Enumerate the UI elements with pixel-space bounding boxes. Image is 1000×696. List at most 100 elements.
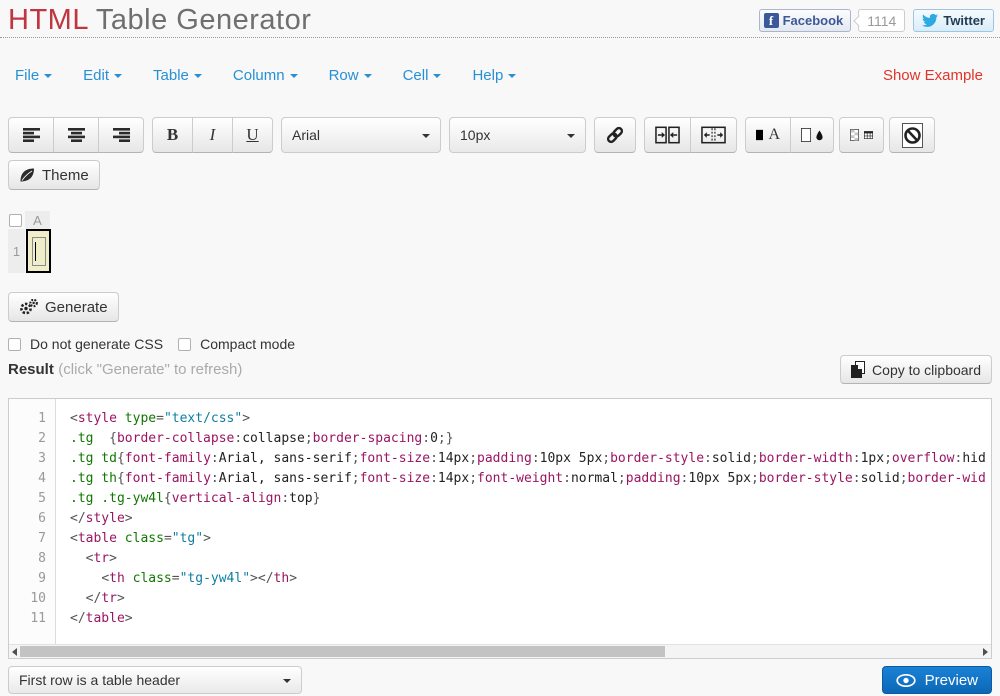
code-lines[interactable]: <style type="text/css"> .tg {border-colla… [56,399,991,644]
align-right-icon [112,128,130,142]
result-label: Result [8,360,54,378]
split-cell-icon [701,126,726,144]
code-line[interactable]: .tg {border-collapse:collapse;border-spa… [70,429,991,449]
row-header-1[interactable]: 1 [8,229,25,273]
code-line[interactable]: .tg .tg-yw4l{vertical-align:top} [70,489,991,509]
page-title-accent: HTML [8,4,88,36]
code-line[interactable]: .tg th{font-family:Arial, sans-serif;fon… [70,469,991,489]
menu-cell[interactable]: Cell [403,67,442,84]
page-header: HTML Table Generator f Facebook 1114 Twi… [0,0,1000,38]
align-right-button[interactable] [98,117,144,153]
code-line[interactable]: <tr> [70,549,991,569]
font-family-select[interactable]: Arial [281,117,441,153]
generate-row: Generate [8,292,992,322]
italic-button[interactable]: I [192,117,233,153]
horizontal-scrollbar[interactable] [9,644,991,658]
no-css-label[interactable]: Do not generate CSS [30,336,163,352]
scrollbar-thumb[interactable] [20,646,665,657]
merge-cells-icon [655,126,680,144]
menu-help[interactable]: Help [472,67,517,84]
chevron-down-icon [283,679,291,683]
table-cell-a1[interactable] [26,229,51,273]
align-center-button[interactable] [53,117,99,153]
share-count-value: 1114 [867,12,897,29]
column-header-a[interactable]: A [25,211,50,229]
share-count-badge: 1114 [858,9,906,32]
menu-edit[interactable]: Edit [83,67,123,84]
code-line[interactable]: .tg td{font-family:Arial, sans-serif;fon… [70,449,991,469]
line-number: 9 [38,571,46,586]
preview-label: Preview [924,671,978,689]
underline-icon: U [246,125,259,144]
transparency-checker-icon [850,129,859,141]
bold-button[interactable]: B [152,117,193,153]
chevron-down-icon [567,134,575,138]
code-editor[interactable]: 1 2 3 4 5 6 7 8 9 10 11 <style type="text/css"> .tg… [9,399,991,644]
align-center-icon [67,128,85,142]
copy-to-clipboard-button[interactable]: Copy to clipboard [840,355,992,384]
show-example-link[interactable]: Show Example [883,67,983,84]
line-number: 2 [38,431,46,446]
theme-button[interactable]: Theme [8,160,100,190]
footer-bar: First row is a table header Preview [8,666,992,694]
code-line[interactable]: </tr> [70,589,991,609]
scroll-right-arrow[interactable] [980,645,991,658]
menu-table[interactable]: Table [153,67,202,84]
menu-column[interactable]: Column [233,67,298,84]
line-number: 6 [38,511,46,526]
insert-link-button[interactable] [594,117,636,153]
gears-icon [20,299,38,315]
bold-icon: B [166,125,179,144]
compact-mode-label[interactable]: Compact mode [200,336,295,352]
generate-button[interactable]: Generate [8,292,119,322]
code-line[interactable]: </table> [70,609,991,629]
table-background-button[interactable] [839,117,884,153]
color-button-group: A [745,117,834,153]
theme-row: Theme [8,160,992,190]
align-left-icon [22,128,40,142]
leaf-icon [20,168,34,182]
generate-label: Generate [45,298,108,316]
page-title-rest: Table Generator [87,4,312,36]
cell-edit-input[interactable] [31,236,46,266]
header-option-select[interactable]: First row is a table header [8,666,302,694]
clear-formatting-button[interactable] [889,117,935,153]
header-option-value: First row is a table header [19,672,181,688]
fill-color-button[interactable] [790,117,834,153]
text-color-button[interactable]: A [745,117,791,153]
chevron-down-icon [422,134,430,138]
clear-formatting-icon [901,122,923,148]
no-css-checkbox[interactable] [8,337,21,351]
facebook-share-button[interactable]: f Facebook [758,9,852,32]
line-number: 5 [38,491,46,506]
menu-file[interactable]: File [15,67,53,84]
split-cell-button[interactable] [690,117,737,153]
line-number: 7 [38,531,46,546]
select-all-checkbox[interactable] [9,214,22,227]
code-line[interactable]: <th class="tg-yw4l"></th> [70,569,991,589]
eye-icon [895,673,916,687]
code-line[interactable]: <style type="text/css"> [70,409,991,429]
result-code-panel: 1 2 3 4 5 6 7 8 9 10 11 <style type="text/css"> .tg… [8,398,992,659]
compact-mode-checkbox[interactable] [178,337,192,351]
align-left-button[interactable] [8,117,54,153]
code-line[interactable]: </style> [70,509,991,529]
font-size-select[interactable]: 10px [449,117,586,153]
chevron-down-icon [508,74,517,78]
triangle-right-icon [983,647,988,656]
twitter-share-button[interactable]: Twitter [913,9,994,32]
table-grid-editor: A 1 [8,211,1000,273]
line-number: 8 [38,551,46,566]
align-button-group [8,117,144,153]
underline-button[interactable]: U [232,117,273,153]
table-grid-icon [864,131,873,139]
menubar: File Edit Table Column Row Cell Help Sho… [0,61,1000,89]
preview-button[interactable]: Preview [881,666,992,694]
text-cursor [34,241,36,261]
scroll-left-arrow[interactable] [9,645,20,658]
code-line[interactable]: <table class="tg"> [70,529,991,549]
menu-row[interactable]: Row [329,67,372,84]
chevron-down-icon [193,74,202,78]
merge-cells-button[interactable] [644,117,691,153]
theme-label: Theme [42,166,89,184]
